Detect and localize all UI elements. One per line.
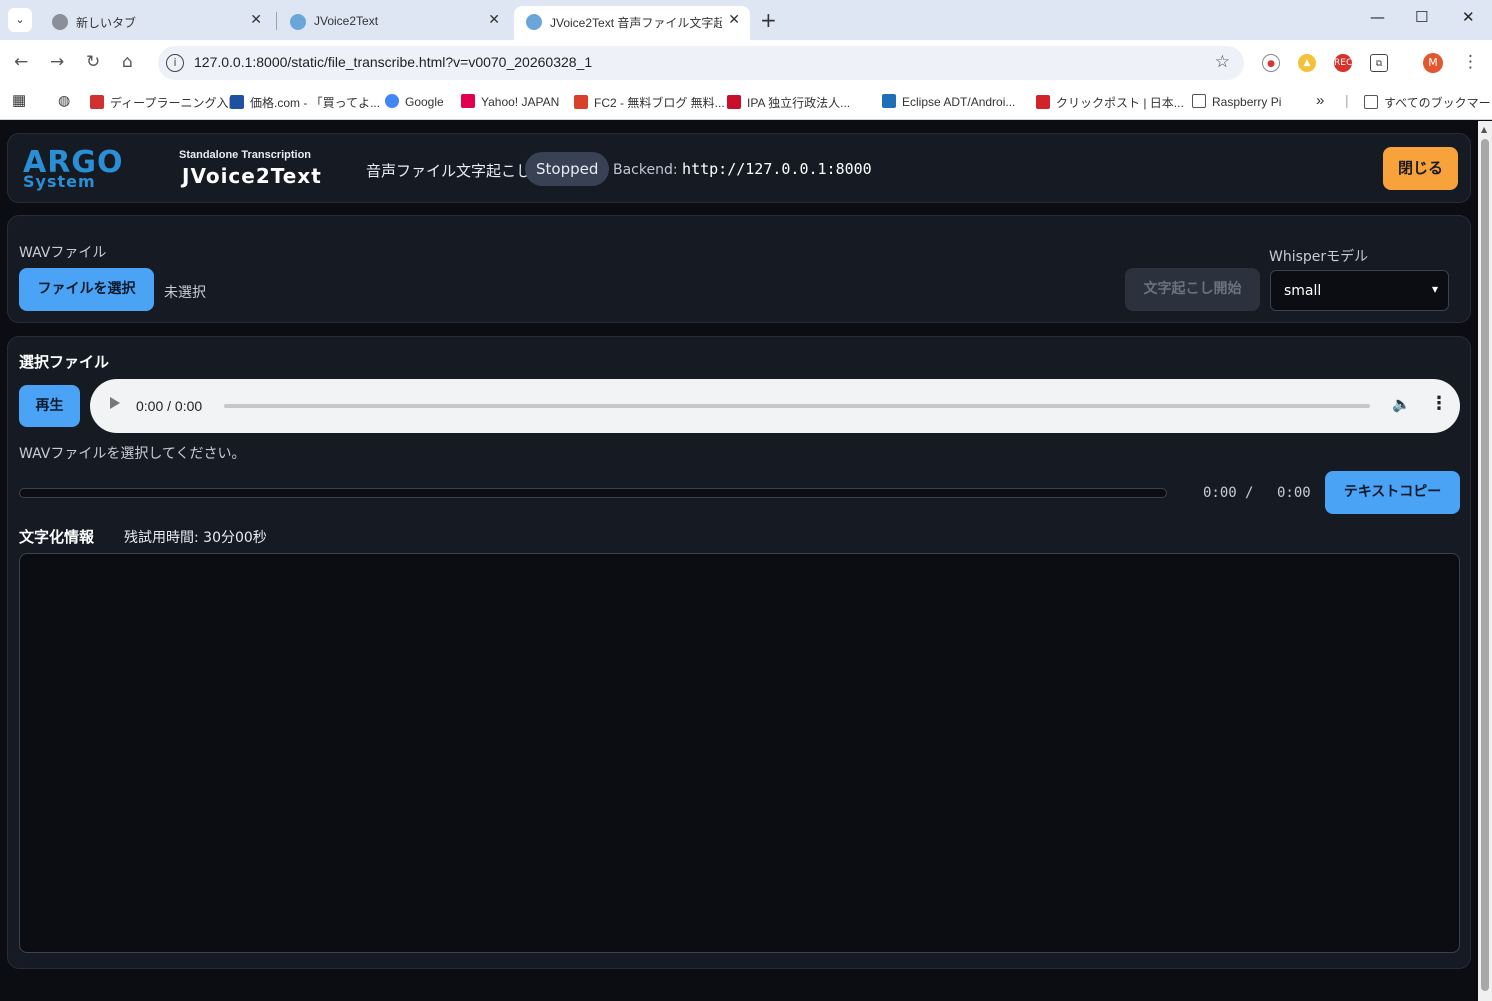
eclipse-icon [882,94,896,108]
start-transcription-button[interactable]: 文字起こし開始 [1125,268,1260,311]
bookmark-item[interactable]: Eclipse ADT/Androi... [882,94,1015,109]
bookmark-item[interactable]: Yahoo! JAPAN [461,94,559,109]
site-info-icon[interactable]: i [166,54,184,72]
new-tab-plus-icon[interactable]: + [760,8,777,32]
ipa-icon [727,95,741,109]
play-button[interactable]: 再生 [19,385,80,427]
transcription-panel: 選択ファイル 再生 0:00 / 0:00 🔈 ⋮ WAVファイルを選択してくだ… [7,336,1471,969]
bookmarks-bar: ▦ ◍ ディープラーニング入門 価格.com - 「買ってよ... Google… [0,86,1492,120]
time-current: 0:00 [1203,485,1237,501]
file-select-panel: WAVファイル ファイルを選択 未選択 文字起こし開始 Whisperモデル s… [7,215,1471,323]
app-header: ARGO System Standalone Transcription JVo… [7,133,1471,203]
tab-jvoice2text-file[interactable]: JVoice2Text 音声ファイル文字起こ ✕ [514,6,750,40]
status-hint: WAVファイルを選択してください。 [19,446,246,462]
volume-icon[interactable]: 🔈 [1392,395,1411,413]
chevron-down-icon: ▾ [1431,282,1438,296]
audio-player[interactable]: 0:00 / 0:00 🔈 ⋮ [90,379,1460,433]
scrollbar-thumb[interactable] [1481,139,1489,991]
transcript-info-title: 文字化情報 [19,528,95,546]
extensions-puzzle-icon[interactable]: ⧉ [1370,54,1388,72]
whisper-model-label: Whisperモデル [1269,249,1369,265]
tab-search-chevron-icon[interactable]: ⌄ [8,8,32,32]
window-close-icon[interactable]: ✕ [1462,8,1475,26]
progress-bar [19,488,1167,498]
transcript-output[interactable] [19,553,1460,953]
rec-extension-icon[interactable]: REC [1334,54,1352,72]
drive-extension-icon[interactable]: ▲ [1298,54,1316,72]
tab-divider [276,12,277,30]
close-tab-icon[interactable]: ✕ [488,11,500,28]
scroll-up-icon[interactable]: ▲ [1481,125,1487,134]
tab-new-tab[interactable]: 新しいタブ ✕ [40,6,272,40]
time-separator: / [1245,485,1254,501]
folder-icon [1364,95,1378,109]
chrome-icon [52,14,68,30]
bookmark-item[interactable]: Google [385,94,444,109]
forward-arrow-icon[interactable]: → [50,52,64,72]
app-favicon-icon [526,14,542,30]
reload-icon[interactable]: ↻ [86,52,100,72]
audio-more-options-icon[interactable]: ⋮ [1430,393,1448,414]
fc2-icon [574,95,588,109]
maximize-icon[interactable]: ☐ [1415,8,1428,26]
time-total: 0:00 [1277,485,1311,501]
bookmark-folder[interactable]: Raspberry Pi [1192,94,1281,109]
selected-file-name: 未選択 [164,285,206,301]
globe-icon[interactable]: ◍ [58,92,70,109]
page-title: 音声ファイル文字起こし [366,162,532,180]
close-button[interactable]: 閉じる [1383,147,1458,190]
copy-text-button[interactable]: テキストコピー [1325,471,1460,514]
bookmark-item[interactable]: 価格.com - 「買ってよ... [230,94,380,111]
bookmark-item[interactable]: FC2 - 無料ブログ 無料... [574,94,725,111]
backend-label: Backend: [613,162,678,178]
all-bookmarks-folder[interactable]: すべてのブックマーク [1364,94,1492,111]
browser-menu-icon[interactable]: ⋮ [1462,52,1479,72]
app-title: JVoice2Text [182,164,322,188]
bookmark-item[interactable]: クリックポスト | 日本... [1036,94,1184,111]
tab-strip: ⌄ 新しいタブ ✕ JVoice2Text ✕ JVoice2Text 音声ファ… [0,0,1492,40]
selected-file-title: 選択ファイル [19,353,110,371]
app-subtitle: Standalone Transcription [179,149,312,161]
browser-toolbar: ← → ↻ ⌂ i 127.0.0.1:8000/static/file_tra… [0,40,1492,86]
audio-play-icon[interactable] [110,397,120,409]
remaining-trial-time: 残試用時間: 30分00秒 [124,530,267,546]
page-scrollbar[interactable]: ▲ [1478,121,1492,1001]
wav-file-label: WAVファイル [19,245,107,261]
home-icon[interactable]: ⌂ [122,52,133,72]
backend-url: http://127.0.0.1:8000 [682,160,872,178]
choose-file-button[interactable]: ファイルを選択 [19,268,154,311]
status-badge: Stopped [525,152,610,186]
whisper-model-select[interactable]: small ▾ [1270,270,1449,311]
tab-jvoice2text[interactable]: JVoice2Text ✕ [278,6,510,40]
more-bookmarks-chevron-icon[interactable]: » [1316,92,1324,109]
minimize-icon[interactable]: — [1370,8,1385,26]
yahoo-icon [461,94,475,108]
bookmark-favicon-icon [90,95,104,109]
apps-grid-icon[interactable]: ▦ [12,91,26,109]
address-bar[interactable]: i 127.0.0.1:8000/static/file_transcribe.… [158,46,1244,80]
jp-post-icon [1036,95,1050,109]
bookmark-star-icon[interactable]: ☆ [1215,52,1230,72]
bookmark-item[interactable]: ディープラーニング入門 [90,94,240,111]
back-arrow-icon[interactable]: ← [14,52,28,72]
close-tab-icon[interactable]: ✕ [250,11,262,28]
record-extension-icon[interactable]: ● [1262,54,1280,72]
backend-info: Backend: http://127.0.0.1:8000 [613,160,872,178]
profile-avatar[interactable]: M [1423,53,1443,73]
app-favicon-icon [290,14,306,30]
audio-time: 0:00 / 0:00 [136,398,203,414]
google-icon [385,94,399,108]
folder-icon [1192,94,1206,108]
app-root: ARGO System Standalone Transcription JVo… [0,121,1478,1001]
close-tab-icon[interactable]: ✕ [728,11,740,28]
bookmarks-divider: | [1345,92,1349,108]
bookmark-item[interactable]: IPA 独立行政法人... [727,94,850,111]
bookmark-favicon-icon [230,95,244,109]
argo-logo: ARGO System [23,145,124,191]
audio-seek-bar[interactable] [224,404,1370,408]
